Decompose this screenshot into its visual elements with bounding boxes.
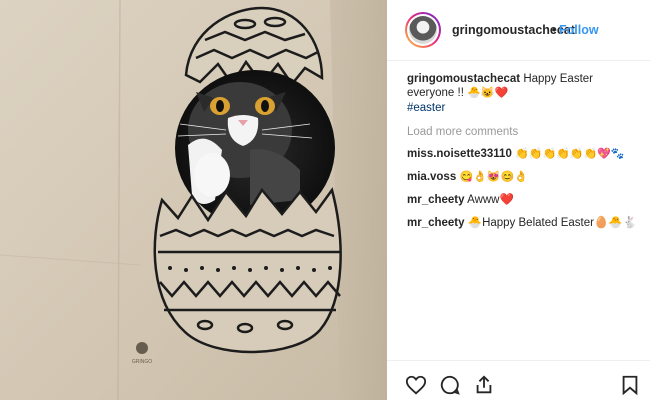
- avatar-image: [409, 16, 437, 44]
- post-photo[interactable]: GRINGO: [0, 0, 387, 400]
- post-sidebar: gringomoustachecat Follow • gringomousta…: [387, 0, 650, 400]
- comment-text: Awww❤️: [467, 194, 514, 206]
- comment-row: mia.voss 😋👌😻😊👌: [407, 170, 643, 184]
- comment-row: mr_cheety 🐣Happy Belated Easter🥚🐣🐇: [407, 216, 643, 230]
- comment-username[interactable]: mr_cheety: [407, 194, 465, 206]
- comment-text: 🐣Happy Belated Easter🥚🐣🐇: [467, 217, 637, 229]
- comment-text: 😋👌😻😊👌: [459, 171, 528, 183]
- comments-section: gringomoustachecat Happy Easter everyone…: [407, 72, 643, 239]
- separator-dot: •: [552, 23, 557, 37]
- hashtag-link[interactable]: #easter: [407, 101, 643, 115]
- svg-text:GRINGO: GRINGO: [132, 359, 152, 365]
- post-header: gringomoustachecat Follow •: [387, 0, 650, 61]
- comment-username[interactable]: miss.noisette33110: [407, 148, 512, 160]
- photo-image: GRINGO: [0, 0, 387, 400]
- caption: gringomoustachecat Happy Easter everyone…: [407, 72, 643, 115]
- follow-button[interactable]: Follow: [559, 23, 599, 37]
- comment-row: miss.noisette33110 👏👏👏👏👏👏💖🐾: [407, 147, 643, 161]
- comment-username[interactable]: mia.voss: [407, 171, 456, 183]
- caption-username[interactable]: gringomoustachecat: [407, 73, 520, 85]
- heart-icon[interactable]: [405, 374, 427, 396]
- comment-username[interactable]: mr_cheety: [407, 217, 465, 229]
- comment-text: 👏👏👏👏👏👏💖🐾: [515, 148, 625, 160]
- comment-row: mr_cheety Awww❤️: [407, 193, 643, 207]
- egg-bottom-shell: [153, 187, 342, 354]
- action-bar: [387, 360, 650, 401]
- bookmark-icon[interactable]: [619, 374, 641, 396]
- share-icon[interactable]: [473, 374, 495, 396]
- avatar-ring: [407, 14, 439, 46]
- comment-icon[interactable]: [439, 374, 461, 396]
- caption-emojis: 🐣😺❤️: [467, 87, 509, 99]
- avatar[interactable]: [405, 12, 441, 48]
- post-username[interactable]: gringomoustachecat: [452, 23, 575, 37]
- load-more-comments-button[interactable]: Load more comments: [407, 125, 643, 139]
